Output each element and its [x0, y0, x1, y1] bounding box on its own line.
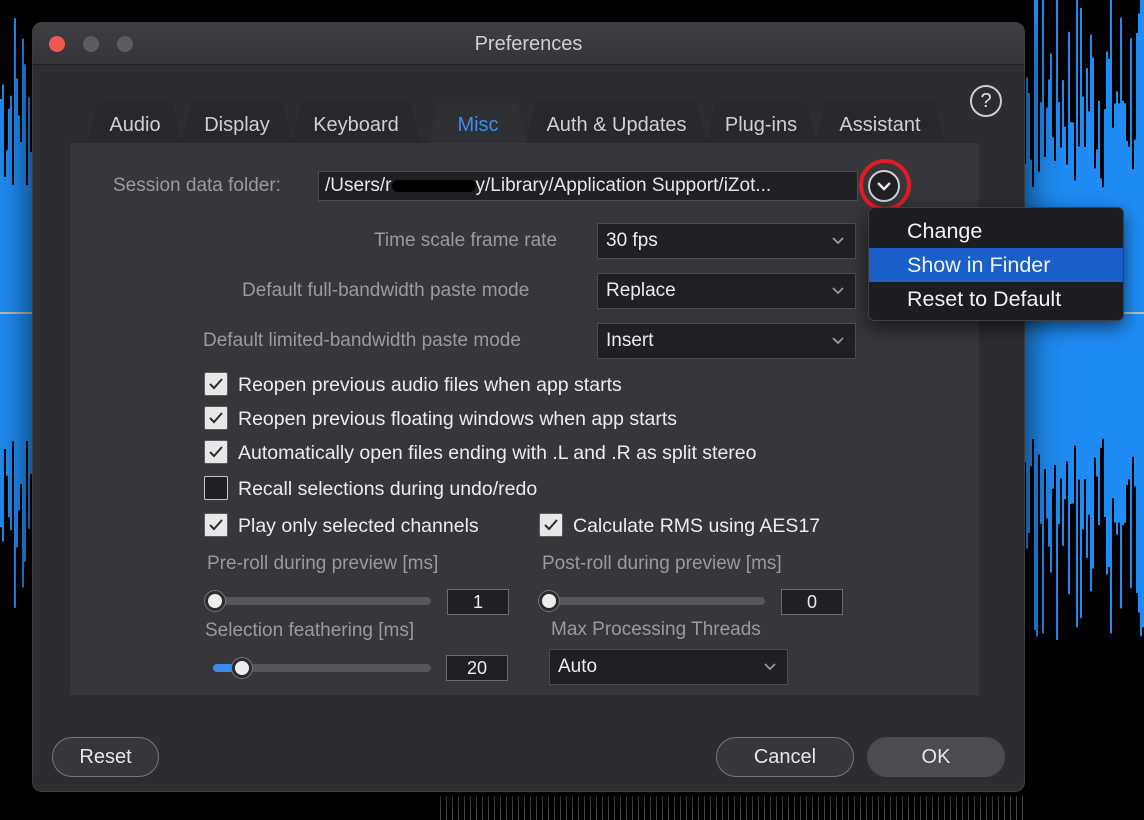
- checkbox-checked[interactable]: [204, 405, 228, 430]
- preroll-slider-handle[interactable]: [205, 591, 225, 611]
- threads-label: Max Processing Threads: [551, 619, 761, 640]
- frame-rate-label: Time scale frame rate: [374, 230, 558, 251]
- postroll-slider-handle[interactable]: [539, 591, 559, 611]
- preroll-label: Pre-roll during preview [ms]: [207, 553, 439, 574]
- checkbox-checked[interactable]: [204, 439, 228, 464]
- postroll-slider-track[interactable]: [543, 597, 765, 605]
- checkbox-label: Reopen previous audio files when app sta…: [238, 374, 622, 396]
- frame-rate-value: 30 fps: [606, 230, 658, 251]
- postroll-value-field[interactable]: 0: [781, 589, 843, 615]
- tab-label: Auth & Updates: [546, 114, 687, 136]
- play-selected-channels-checkbox[interactable]: Play only selected channels: [204, 512, 479, 540]
- tab-auth-updates[interactable]: Auth & Updates: [526, 103, 707, 143]
- cancel-button[interactable]: Cancel: [716, 737, 854, 777]
- threads-value: Auto: [558, 656, 598, 677]
- full-paste-label: Default full-bandwidth paste mode: [242, 280, 530, 301]
- rms-aes17-checkbox[interactable]: Calculate RMS using AES17: [539, 512, 820, 540]
- menu-item-show-in-finder[interactable]: Show in Finder: [869, 248, 1123, 282]
- chevron-down-icon: [764, 663, 776, 671]
- session-folder-path[interactable]: /Users/r y/Library/Application Support/iZ…: [318, 171, 858, 201]
- tab-label: Assistant: [839, 114, 921, 136]
- threads-select[interactable]: Auto: [549, 649, 788, 685]
- tab-label: Audio: [109, 114, 161, 136]
- preroll-slider-track[interactable]: [209, 597, 431, 605]
- tab-audio[interactable]: Audio: [88, 103, 182, 143]
- path-suffix: y/Library/Application Support/iZot...: [475, 175, 772, 196]
- checkbox-label: Play only selected channels: [238, 515, 479, 537]
- recall-selections-checkbox[interactable]: Recall selections during undo/redo: [204, 475, 537, 503]
- help-icon[interactable]: ?: [970, 85, 1002, 117]
- checkbox-label: Automatically open files ending with .L …: [238, 442, 757, 464]
- feathering-label: Selection feathering [ms]: [205, 620, 415, 641]
- highlight-annotation-circle: [859, 159, 911, 211]
- chevron-down-icon: [832, 287, 844, 295]
- full-paste-value: Replace: [606, 280, 676, 301]
- limited-paste-value: Insert: [606, 330, 654, 351]
- tab-assistant[interactable]: Assistant: [815, 103, 945, 143]
- tab-label: Misc: [457, 114, 499, 136]
- session-folder-label: Session data folder:: [113, 175, 281, 196]
- feathering-slider-handle[interactable]: [232, 658, 252, 678]
- feathering-value-field[interactable]: 20: [446, 655, 508, 681]
- ok-button[interactable]: OK: [867, 737, 1005, 777]
- reopen-audio-checkbox[interactable]: Reopen previous audio files when app sta…: [204, 371, 622, 399]
- menu-item-reset-to-default[interactable]: Reset to Default: [869, 282, 1123, 316]
- checkbox-checked[interactable]: [204, 371, 228, 396]
- chevron-down-icon: [832, 337, 844, 345]
- reset-button[interactable]: Reset: [52, 737, 159, 777]
- menu-item-change[interactable]: Change: [869, 214, 1123, 248]
- tab-label: Keyboard: [313, 114, 399, 136]
- tab-label: Plug-ins: [724, 114, 798, 136]
- checkbox-label: Reopen previous floating windows when ap…: [238, 408, 678, 430]
- tab-display[interactable]: Display: [181, 103, 293, 143]
- title-bar: Preferences: [33, 23, 1024, 65]
- checkbox-label: Recall selections during undo/redo: [238, 478, 538, 500]
- frame-rate-select[interactable]: 30 fps: [597, 223, 856, 259]
- checkbox-checked[interactable]: [539, 512, 563, 537]
- checkbox-checked[interactable]: [204, 512, 228, 537]
- redacted-username: [391, 179, 476, 192]
- limited-paste-select[interactable]: Insert: [597, 323, 856, 359]
- window-title: Preferences: [474, 33, 583, 55]
- preroll-value-field[interactable]: 1: [447, 589, 509, 615]
- checkbox-label: Calculate RMS using AES17: [573, 515, 821, 537]
- reopen-windows-checkbox[interactable]: Reopen previous floating windows when ap…: [204, 405, 677, 433]
- tab-label: Display: [204, 114, 270, 136]
- full-paste-select[interactable]: Replace: [597, 273, 856, 309]
- postroll-label: Post-roll during preview [ms]: [542, 553, 782, 574]
- chevron-down-icon: [832, 237, 844, 245]
- tab-misc[interactable]: Misc: [429, 103, 527, 143]
- tab-plug-ins[interactable]: Plug-ins: [706, 103, 816, 143]
- tab-keyboard[interactable]: Keyboard: [292, 103, 420, 143]
- preferences-window: Preferences ? Audio Display Keyboard Mis…: [32, 22, 1025, 792]
- path-prefix: /Users/r: [325, 175, 392, 196]
- split-stereo-checkbox[interactable]: Automatically open files ending with .L …: [204, 439, 756, 467]
- limited-paste-label: Default limited-bandwidth paste mode: [203, 330, 521, 351]
- session-folder-menu: Change Show in Finder Reset to Default: [868, 207, 1124, 321]
- checkbox-unchecked[interactable]: [204, 475, 228, 500]
